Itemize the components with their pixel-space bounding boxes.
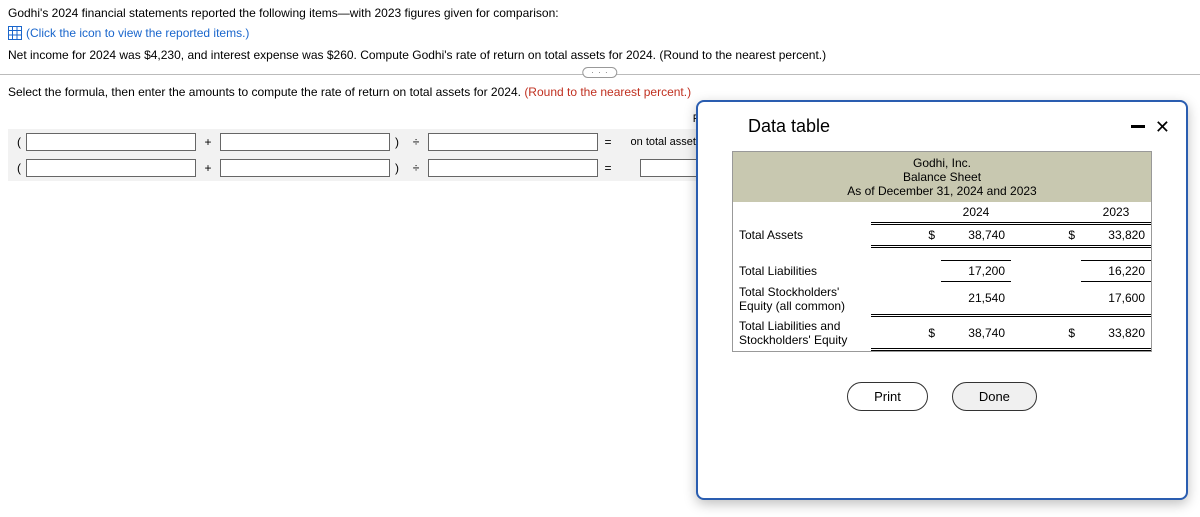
divider: · · · [0,74,1200,75]
minimize-icon[interactable] [1131,125,1145,128]
print-button[interactable]: Print [847,382,928,411]
ellipsis-pill[interactable]: · · · [582,67,617,78]
balance-sheet-table: Godhi, Inc. Balance Sheet As of December… [732,151,1152,352]
view-reported-link[interactable]: (Click the icon to view the reported ite… [26,26,249,40]
value-input-3[interactable] [428,159,598,177]
col-2024: 2024 [941,202,1011,224]
numerator-input-2[interactable] [220,133,390,151]
denominator-input-1[interactable] [428,133,598,151]
table-header: Godhi, Inc. Balance Sheet As of December… [733,152,1151,202]
close-icon[interactable]: ✕ [1155,118,1170,136]
numerator-input-1[interactable] [26,133,196,151]
table-icon[interactable] [8,26,22,40]
data-table-modal: Data table ✕ Godhi, Inc. Balance Sheet A… [696,100,1188,500]
value-input-1[interactable] [26,159,196,177]
formula-area: Rate of return ( + ) ÷ = on total assets… [0,109,780,181]
row-total-assets: Total Assets $ 38,740 $ 33,820 [733,224,1151,247]
modal-title: Data table [714,116,830,137]
equals-op-1: = [598,135,618,149]
value-input-2[interactable] [220,159,390,177]
intro-line-1: Godhi's 2024 financial statements report… [8,6,1192,20]
row-total-liabilities: Total Liabilities 17,200 16,220 [733,261,1151,282]
intro-line-3: Net income for 2024 was $4,230, and inte… [8,48,1192,62]
done-button[interactable]: Done [952,382,1037,411]
plus-op: + [196,135,220,149]
result-input[interactable] [640,159,700,177]
row-total-equity: Total Stockholders' Equity (all common) … [733,282,1151,316]
col-2023: 2023 [1081,202,1151,224]
divide-op-1: ÷ [404,135,428,149]
row-total-liab-equity: Total Liabilities and Stockholders' Equi… [733,316,1151,350]
